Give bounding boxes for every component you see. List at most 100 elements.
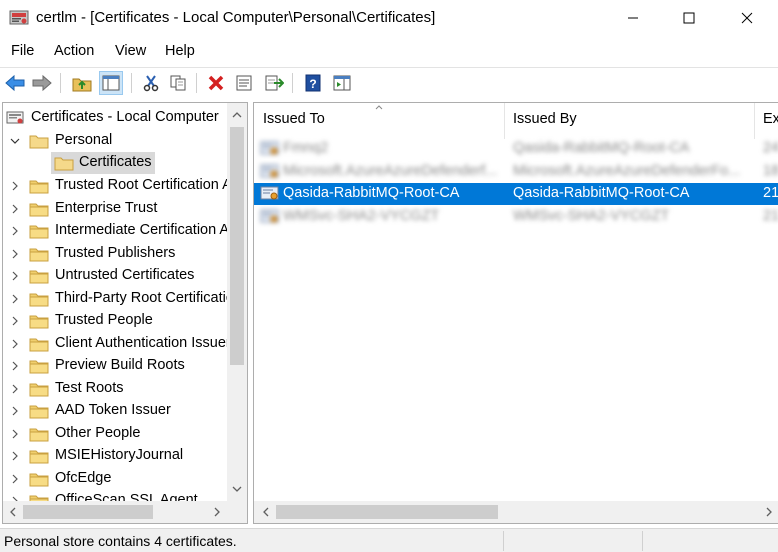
cut-button[interactable] (139, 71, 163, 95)
certificate-row[interactable]: Fmnq2 Qasida-RabbitMQ-Root-CA 24 (254, 138, 778, 160)
console-tree[interactable]: Certificates - Local Computer Personal C… (2, 102, 248, 524)
certificate-row[interactable]: Qasida-RabbitMQ-Root-CA Qasida-RabbitMQ-R… (254, 183, 778, 205)
cell-issued-to: Qasida-RabbitMQ-Root-CA (283, 185, 460, 201)
tree-horizontal-scrollbar[interactable] (3, 501, 247, 523)
list-hscroll-thumb[interactable] (276, 505, 498, 519)
properties-button[interactable] (232, 71, 256, 95)
properties-icon (236, 75, 252, 91)
expand-chevron-icon[interactable] (9, 445, 21, 467)
export-list-button[interactable] (262, 71, 286, 95)
expand-chevron-icon[interactable] (9, 243, 21, 265)
scroll-down-icon[interactable] (227, 479, 247, 499)
list-horizontal-scrollbar[interactable] (254, 501, 778, 523)
maximize-icon (683, 12, 695, 24)
folder-open-icon (54, 157, 74, 171)
cell-expiration: 24 (763, 140, 778, 156)
expand-chevron-icon[interactable] (9, 288, 21, 310)
close-button[interactable] (724, 0, 770, 36)
minimize-button[interactable] (610, 0, 656, 36)
help-button[interactable]: ? (301, 71, 325, 95)
expand-chevron-icon[interactable] (9, 378, 21, 400)
maximize-button[interactable] (666, 0, 712, 36)
toolbar: ? (0, 67, 778, 97)
tree-node-store[interactable]: Trusted People (3, 310, 227, 332)
menu-action[interactable]: Action (54, 43, 94, 59)
copy-button[interactable] (166, 71, 190, 95)
certificate-icon (260, 186, 279, 200)
certificate-row[interactable]: Microsoft.AzureAzureDefenderf... Microsof… (254, 161, 778, 183)
tree-node-store[interactable]: Client Authentication Issuers (3, 333, 238, 355)
cell-issued-by: Qasida-RabbitMQ-Root-CA (513, 185, 690, 201)
folder-open-icon (29, 135, 49, 149)
tree-node-store[interactable]: Test Roots (3, 378, 227, 400)
expand-chevron-icon[interactable] (9, 355, 21, 377)
tree-label: Trusted People (55, 312, 153, 328)
list-header: Issued To Issued By Ex (254, 103, 778, 139)
tree-label: Personal (55, 132, 113, 148)
folder-icon (29, 360, 49, 374)
certificate-list[interactable]: Issued To Issued By Ex Fmnq2 Qasida-Rabbi… (253, 102, 778, 524)
menu-view[interactable]: View (115, 43, 146, 59)
status-text: Personal store contains 4 certificates. (4, 533, 237, 549)
expand-chevron-icon[interactable] (9, 265, 21, 287)
scroll-right-icon[interactable] (207, 502, 227, 522)
collapse-chevron-icon[interactable] (9, 130, 21, 152)
tree-node-store[interactable]: AAD Token Issuer (3, 400, 227, 422)
cell-issued-by: Microsoft.AzureAzureDefenderFo... (513, 162, 741, 179)
scroll-up-icon[interactable] (227, 105, 247, 125)
scroll-left-icon[interactable] (3, 502, 23, 522)
cell-issued-by: Qasida-RabbitMQ-Root-CA (513, 140, 690, 156)
tree-node-personal[interactable]: Personal (3, 130, 227, 152)
up-folder-button[interactable] (70, 71, 94, 95)
certificate-store-icon (6, 111, 24, 124)
certificate-icon (260, 141, 279, 155)
tree-node-store[interactable]: Enterprise Trust (3, 198, 227, 220)
delete-icon (208, 75, 224, 91)
tree-node-store[interactable]: Third-Party Root Certification Authoriti… (3, 288, 247, 310)
title-bar: certlm - [Certificates - Local Computer\… (0, 0, 778, 36)
expand-chevron-icon[interactable] (9, 220, 21, 242)
folder-icon (29, 383, 49, 396)
tree-node-store[interactable]: Preview Build Roots (3, 355, 227, 377)
forward-button[interactable] (30, 71, 54, 95)
expand-chevron-icon[interactable] (9, 310, 21, 332)
back-icon (5, 74, 25, 92)
column-expiration-date[interactable]: Ex (763, 111, 778, 127)
tree-node-root[interactable]: Certificates - Local Computer (3, 107, 227, 129)
expand-chevron-icon[interactable] (9, 400, 21, 422)
cell-issued-to: Microsoft.AzureAzureDefenderf... (283, 162, 498, 179)
expand-chevron-icon[interactable] (9, 175, 21, 197)
expand-chevron-icon[interactable] (9, 468, 21, 490)
scroll-left-icon[interactable] (256, 502, 276, 522)
tree-node-store[interactable]: MSIEHistoryJournal (3, 445, 227, 467)
tree-node-store[interactable]: Trusted Root Certification Authorities (3, 175, 247, 197)
column-issued-to[interactable]: Issued To (263, 111, 325, 127)
expand-chevron-icon[interactable] (9, 198, 21, 220)
back-button[interactable] (3, 71, 27, 95)
expand-chevron-icon[interactable] (9, 333, 21, 355)
show-action-pane-button[interactable] (330, 71, 354, 95)
tree-node-store[interactable]: Other People (3, 423, 227, 445)
tree-scroll-thumb[interactable] (230, 127, 244, 365)
expand-chevron-icon[interactable] (9, 423, 21, 445)
tree-node-store[interactable]: OfcEdge (3, 468, 227, 490)
scroll-right-icon[interactable] (759, 502, 778, 522)
tree-vertical-scrollbar[interactable] (227, 103, 247, 501)
tree-hscroll-thumb[interactable] (23, 505, 153, 519)
tree-node-store[interactable]: Untrusted Certificates (3, 265, 227, 287)
column-issued-by[interactable]: Issued By (513, 111, 577, 127)
up-folder-icon (72, 78, 92, 92)
tree-node-certificates[interactable]: Certificates (51, 152, 155, 174)
cell-issued-to: Fmnq2 (283, 140, 329, 156)
menu-help[interactable]: Help (165, 43, 195, 59)
menu-file[interactable]: File (11, 43, 34, 59)
svg-text:?: ? (309, 77, 316, 91)
tree-label: Certificates - Local Computer (31, 109, 219, 125)
tree-node-store[interactable]: Trusted Publishers (3, 243, 227, 265)
show-hide-tree-button[interactable] (99, 71, 123, 95)
delete-button[interactable] (204, 71, 228, 95)
certificate-row[interactable]: WMSvc-SHA2-VYCGZT WMSvc-SHA2-VYCGZT 21 (254, 206, 778, 228)
tree-label: Preview Build Roots (55, 357, 185, 373)
tree-node-store[interactable]: Intermediate Certification Authorities (3, 220, 247, 242)
minimize-icon (628, 17, 638, 19)
